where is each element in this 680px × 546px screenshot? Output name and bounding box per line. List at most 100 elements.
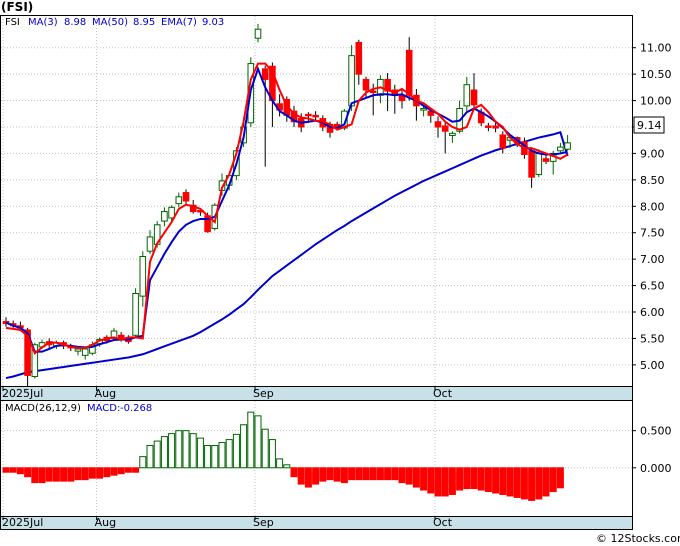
legend-ma50-value: 8.95 xyxy=(133,17,155,28)
macd-bar-negative xyxy=(60,467,68,482)
macd-bar-negative xyxy=(304,467,312,488)
ticker-title: (FSI) xyxy=(1,0,33,14)
macd-bar-negative xyxy=(463,467,471,490)
macd-bar-negative xyxy=(542,467,550,497)
candle-down xyxy=(434,121,442,128)
macd-bar-positive xyxy=(204,445,212,469)
macd-bar-negative xyxy=(38,467,46,484)
macd-bar-negative xyxy=(398,467,406,484)
candle-up xyxy=(139,256,147,297)
candle-down xyxy=(441,125,449,132)
macd-bar-negative xyxy=(290,467,298,478)
macd-bar-negative xyxy=(24,467,32,478)
macd-bar-negative xyxy=(506,467,514,497)
macd-bar-negative xyxy=(484,467,492,493)
macd-bar-negative xyxy=(326,467,334,481)
price-tick-label: 10.00 xyxy=(640,95,672,108)
price-y-axis: 5.005.506.006.507.007.508.008.509.009.50… xyxy=(632,42,672,372)
macd-bar-positive xyxy=(160,436,168,469)
macd-bar-negative xyxy=(470,467,478,490)
macd-bar-negative xyxy=(96,467,104,479)
macd-bar-negative xyxy=(340,467,348,484)
candle-down xyxy=(362,78,370,91)
candle-up xyxy=(463,84,471,107)
candle-up xyxy=(449,132,456,136)
candle-up xyxy=(168,206,175,219)
candle-up xyxy=(175,196,183,205)
legend-ma50: MA(50) xyxy=(92,17,128,28)
macd-bar-negative xyxy=(384,467,392,481)
macd-bar-positive xyxy=(240,424,248,469)
stock-chart: 5.005.506.006.507.007.508.008.509.009.50… xyxy=(0,0,680,545)
macd-bar-negative xyxy=(312,467,320,485)
macd-bar-negative xyxy=(441,467,449,497)
macd-bar-negative xyxy=(52,467,60,482)
macd-bar-positive xyxy=(189,433,197,469)
macd-bar-negative xyxy=(362,467,370,481)
macd-bar-negative xyxy=(535,467,543,500)
legend-ema7: EMA(7) xyxy=(161,17,197,28)
macd-tick-label: 0.000 xyxy=(640,462,672,475)
price-panel xyxy=(0,15,633,387)
macd-bar-positive xyxy=(146,445,154,469)
candle-down xyxy=(492,125,499,129)
legend-macd: MACD(26,12,9) xyxy=(5,403,81,414)
macd-bar-negative xyxy=(556,467,564,489)
x-tick-label: Oct xyxy=(433,516,453,529)
price-tick-label: 11.00 xyxy=(640,42,672,55)
legend-ema7-value: 9.03 xyxy=(202,17,224,28)
macd-legend: MACD(26,12,9) MACD: -0.268 xyxy=(5,403,152,414)
macd-bar-negative xyxy=(549,467,557,493)
macd-bar-negative xyxy=(420,467,428,491)
x-tick-label: 2025Jul xyxy=(2,516,43,529)
macd-bar-negative xyxy=(9,467,17,473)
candle-up xyxy=(535,152,543,176)
macd-bar-negative xyxy=(513,467,521,498)
macd-bar-positive xyxy=(225,439,233,469)
macd-bar-negative xyxy=(81,467,89,481)
macd-bar-negative xyxy=(45,467,53,482)
candle-down xyxy=(542,158,550,162)
macd-bar-negative xyxy=(74,467,82,481)
candle-up xyxy=(161,211,168,222)
legend-ma3-value: 8.98 xyxy=(64,17,86,28)
candle-down xyxy=(405,49,413,96)
macd-bar-negative xyxy=(88,467,96,479)
macd-bar-positive xyxy=(261,428,269,469)
macd-bar-positive xyxy=(218,442,226,469)
macd-bar-negative xyxy=(103,467,111,478)
macd-bar-negative xyxy=(124,467,132,473)
macd-bar-negative xyxy=(434,467,442,497)
macd-bar-negative xyxy=(355,467,363,481)
macd-bar-negative xyxy=(412,467,420,488)
legend-ma3: MA(3) xyxy=(28,17,58,28)
macd-bar-negative xyxy=(405,467,413,485)
x-tick-label: 2025Jul xyxy=(2,387,43,400)
macd-bar-positive xyxy=(254,415,262,469)
candle-up xyxy=(74,348,82,352)
x-tick-label: Sep xyxy=(253,516,274,529)
candle-down xyxy=(305,113,312,117)
candle-down xyxy=(261,68,269,80)
macd-bar-positive xyxy=(247,411,255,469)
candle-down xyxy=(470,89,478,106)
price-tick-label: 8.00 xyxy=(640,200,665,213)
legend-macd-label: MACD: xyxy=(87,403,120,414)
macd-bar-negative xyxy=(132,467,140,473)
candle-up xyxy=(564,142,571,150)
candle-up xyxy=(348,55,355,107)
macd-bar-negative xyxy=(297,467,305,485)
x-tick-label: Sep xyxy=(253,387,274,400)
price-tick-label: 10.50 xyxy=(640,68,672,81)
macd-bar-negative xyxy=(333,467,341,482)
macd-bar-negative xyxy=(2,467,10,473)
candle-down xyxy=(485,125,492,128)
price-tick-label: 7.00 xyxy=(640,253,665,266)
macd-bar-positive xyxy=(283,464,291,469)
macd-bar-negative xyxy=(110,467,118,476)
price-tick-label: 8.50 xyxy=(640,174,665,187)
macd-bar-positive xyxy=(168,433,176,469)
candle-up xyxy=(254,28,262,39)
macd-bar-positive xyxy=(182,430,190,469)
macd-bar-positive xyxy=(196,437,204,469)
